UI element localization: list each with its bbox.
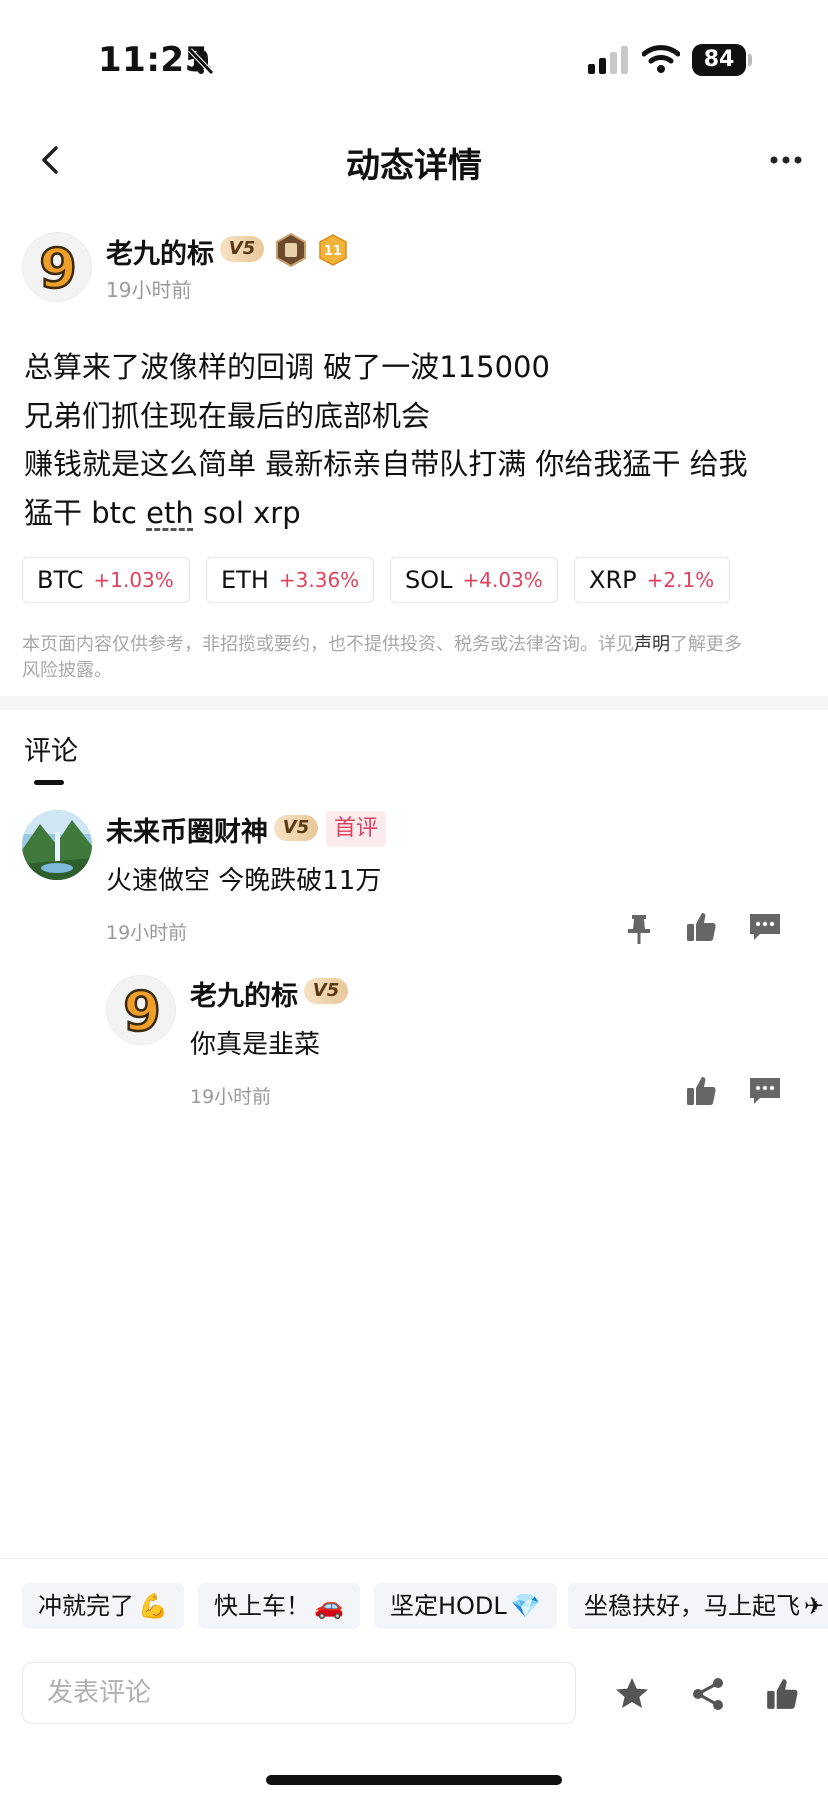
- post-time: 19小时前: [106, 278, 192, 302]
- level-badge: V5: [274, 815, 318, 841]
- reply-author-name[interactable]: 老九的标: [190, 974, 298, 1013]
- landscape-image-icon: [22, 810, 92, 880]
- reply-text: 你真是韭菜: [190, 1030, 321, 1060]
- post-line: 总算来了波像样的回调 破了一波115000: [24, 350, 550, 384]
- page-title: 动态详情: [346, 146, 482, 186]
- bell-muted-icon: [188, 48, 214, 75]
- battery-level: 84: [692, 44, 746, 76]
- reply-time: 19小时前: [190, 1086, 272, 1108]
- ticker-symbol: SOL: [405, 566, 453, 594]
- comment-input-bar: 发表评论: [0, 1650, 828, 1730]
- ticker-eth[interactable]: ETH +3.36%: [206, 557, 374, 603]
- status-bar: 11:25 84: [0, 0, 828, 120]
- more-options-icon[interactable]: [766, 140, 806, 180]
- ticker-symbol: XRP: [589, 566, 637, 594]
- post-content: 总算来了波像样的回调 破了一波115000 兄弟们抓住现在最后的底部机会 赚钱就…: [24, 343, 804, 537]
- share-icon[interactable]: [690, 1676, 726, 1712]
- thumbs-up-icon[interactable]: [684, 910, 718, 944]
- ticker-change: +2.1%: [646, 568, 715, 592]
- chip-emoji: ✈: [804, 1592, 825, 1620]
- svg-text:9: 9: [39, 237, 77, 300]
- quick-reply-chip[interactable]: 坚定HODL 💎: [374, 1583, 557, 1629]
- eth-link[interactable]: eth: [146, 496, 194, 530]
- chip-label: 坐稳扶好，马上起飞: [584, 1592, 800, 1620]
- author-avatar[interactable]: 9: [22, 232, 92, 302]
- chip-label: 冲就完了: [38, 1592, 134, 1620]
- ticker-symbol: BTC: [37, 566, 84, 594]
- reply-bubble-icon[interactable]: [748, 1074, 782, 1108]
- quick-reply-chip[interactable]: 坐稳扶好，马上起飞 ✈: [568, 1583, 828, 1629]
- svg-text:11: 11: [324, 244, 342, 259]
- post-line-text: 猛干 btc: [24, 495, 147, 530]
- disclaimer-link[interactable]: 声明: [634, 634, 670, 655]
- comments-tab[interactable]: 评论: [24, 729, 78, 768]
- reply-bubble-icon[interactable]: [748, 910, 782, 944]
- thumbs-up-icon[interactable]: [684, 1074, 718, 1108]
- quick-reply-chip[interactable]: 快上车！ 🚗: [198, 1583, 360, 1629]
- level-badge: V5: [220, 236, 264, 262]
- disclaimer-text: 风险披露。: [22, 660, 112, 681]
- post-line: 赚钱就是这么简单 最新标亲自带队打满 你给我猛干 给我: [24, 447, 748, 481]
- home-indicator: [266, 1775, 562, 1785]
- nine-logo-icon: 9: [38, 236, 78, 302]
- medal-badge-icon: [276, 233, 306, 267]
- author-name[interactable]: 老九的标: [106, 232, 214, 271]
- star-icon[interactable]: [614, 1676, 650, 1712]
- comment-text: 火速做空 今晚跌破11万: [106, 866, 382, 896]
- ticker-change: +1.03%: [93, 568, 174, 592]
- tab-indicator: [34, 780, 64, 785]
- ticker-change: +4.03%: [462, 568, 543, 592]
- chip-emoji: 💎: [510, 1592, 541, 1620]
- chip-emoji: 🚗: [314, 1592, 344, 1620]
- rank-badge-icon: 11: [319, 234, 347, 266]
- quick-reply-bar: 冲就完了 💪 快上车！ 🚗 坚定HODL 💎 坐稳扶好，马上起飞 ✈: [0, 1558, 828, 1630]
- post-line-text: sol xrp: [193, 495, 301, 530]
- nav-bar: 动态详情: [0, 120, 828, 200]
- ticker-btc[interactable]: BTC +1.03%: [22, 557, 190, 603]
- disclaimer: 本页面内容仅供参考，非招揽或要约，也不提供投资、税务或法律咨询。详见声明了解更多…: [22, 632, 812, 684]
- ticker-sol[interactable]: SOL +4.03%: [390, 557, 558, 603]
- post-line: 兄弟们抓住现在最后的底部机会: [24, 398, 431, 433]
- battery-indicator: 84: [692, 44, 752, 76]
- section-divider: [0, 696, 828, 710]
- chip-label: 快上车！: [214, 1592, 310, 1620]
- level-badge: V5: [304, 978, 348, 1004]
- disclaimer-text: 了解更多: [670, 634, 742, 655]
- disclaimer-text: 本页面内容仅供参考，非招揽或要约，也不提供投资、税务或法律咨询。详见: [22, 634, 634, 655]
- wifi-icon: [642, 45, 680, 73]
- first-comment-tag: 首评: [326, 811, 387, 847]
- quick-reply-chip[interactable]: 冲就完了 💪: [22, 1583, 184, 1629]
- ticker-symbol: ETH: [221, 566, 269, 594]
- ticker-list: BTC +1.03% ETH +3.36% SOL +4.03% XRP +2.…: [22, 557, 812, 603]
- cellular-signal-icon: [588, 46, 628, 74]
- svg-text:9: 9: [123, 980, 161, 1043]
- chip-emoji: 💪: [138, 1592, 168, 1620]
- comment-time: 19小时前: [106, 922, 188, 944]
- nine-logo-icon: 9: [122, 979, 162, 1045]
- commenter-avatar[interactable]: [22, 810, 92, 880]
- reply-author-avatar[interactable]: 9: [106, 975, 176, 1045]
- chip-label: 坚定HODL: [390, 1592, 507, 1620]
- thumbs-up-icon[interactable]: [764, 1676, 800, 1712]
- pin-icon[interactable]: [622, 912, 656, 946]
- battery-tip: [748, 54, 752, 66]
- ticker-change: +3.36%: [278, 568, 360, 592]
- commenter-name[interactable]: 未来币圈财神: [106, 810, 268, 849]
- ticker-xrp[interactable]: XRP +2.1%: [574, 557, 730, 603]
- post-line-last: 猛干 btc eth sol xrp: [24, 489, 804, 538]
- comment-input[interactable]: 发表评论: [22, 1662, 576, 1724]
